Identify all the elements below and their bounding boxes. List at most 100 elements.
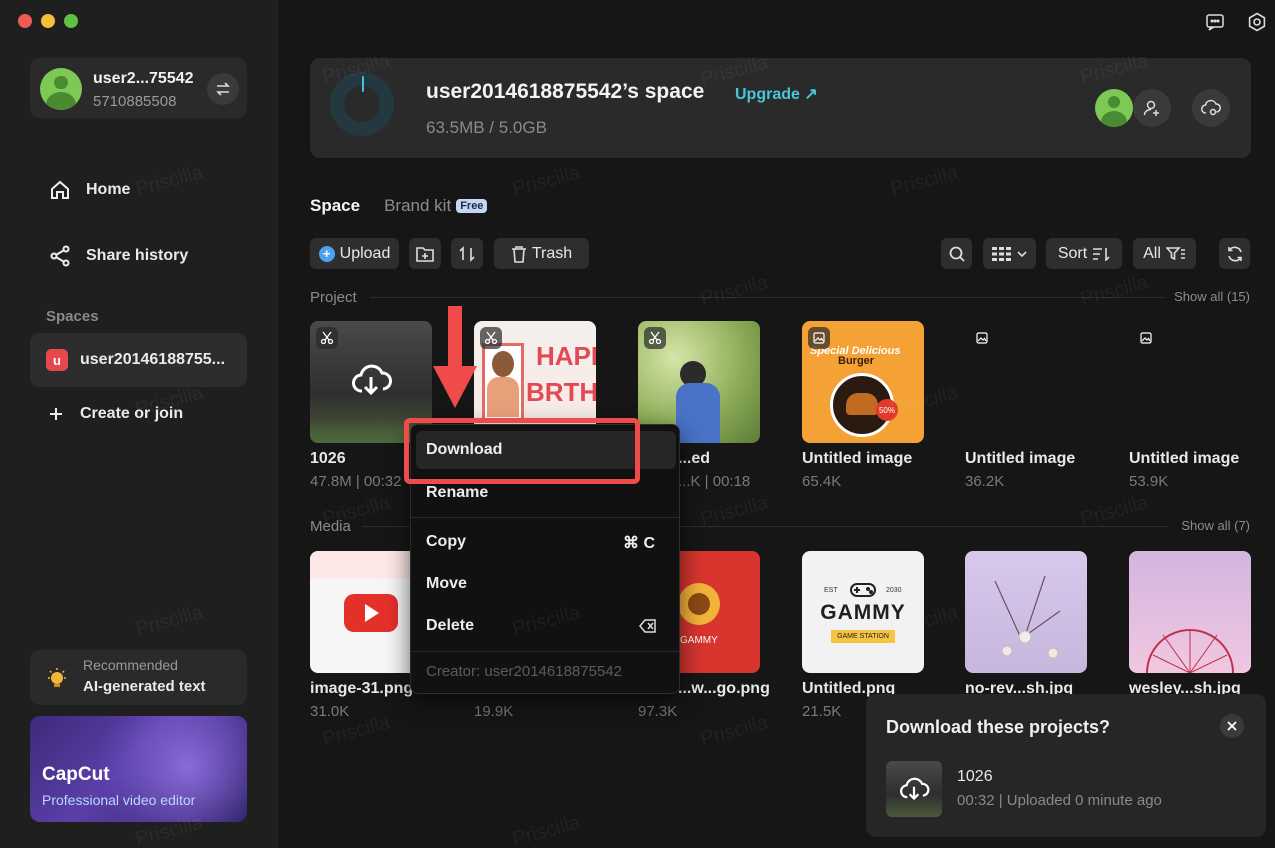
create-or-join-label: Create or join	[80, 405, 184, 422]
toast-title: Download these projects?	[886, 717, 1111, 737]
account-card[interactable]: user2...75542 5710885508	[30, 58, 247, 118]
project-meta: 65.4K	[802, 473, 842, 490]
happy-text: HAPP	[536, 341, 596, 371]
sort-arrows-icon	[459, 245, 475, 262]
menu-divider	[411, 517, 679, 518]
settings-icon[interactable]	[1247, 12, 1267, 32]
scissors-badge	[480, 327, 502, 349]
space-title: user2014618875542’s space	[426, 80, 705, 103]
menu-item-delete[interactable]: Delete	[426, 617, 474, 635]
window-controls	[18, 14, 78, 28]
cloud-download-icon	[900, 777, 930, 801]
trash-label: Trash	[531, 244, 573, 262]
sort-label: Sort	[1057, 244, 1088, 262]
spaces-section-title: Spaces	[46, 308, 99, 325]
media-meta: 19.9K	[474, 703, 514, 720]
close-icon	[1227, 721, 1237, 731]
project-show-all-link[interactable]: Show all (15)	[1174, 289, 1250, 304]
close-window-button[interactable]	[18, 14, 32, 28]
nav-share-history-label: Share history	[86, 247, 189, 264]
project-meta: 53.9K	[1129, 473, 1169, 490]
cloud-settings-button[interactable]	[1192, 89, 1230, 127]
tab-space[interactable]: Space	[310, 196, 360, 216]
toast-project-meta: 00:32 | Uploaded 0 minute ago	[957, 792, 1162, 809]
sort-order-button[interactable]	[451, 238, 483, 269]
space-banner: user2014618875542’s space Upgrade ↗ 63.5…	[310, 58, 1251, 158]
refresh-button[interactable]	[1219, 238, 1250, 269]
menu-item-rename[interactable]: Rename	[426, 484, 488, 502]
sort-button[interactable]: Sort	[1046, 238, 1122, 269]
scissors-badge	[316, 327, 338, 349]
discount-badge: 50%	[876, 399, 898, 421]
project-name: ...ed	[678, 450, 711, 467]
member-avatar	[1095, 89, 1133, 127]
view-mode-dropdown[interactable]	[983, 238, 1036, 269]
filter-button[interactable]: All	[1133, 238, 1196, 269]
delete-key-icon	[639, 619, 656, 633]
zoom-window-button[interactable]	[64, 14, 78, 28]
free-badge: Free	[456, 199, 488, 213]
sort-icon	[1093, 247, 1110, 261]
image-icon	[1140, 332, 1152, 344]
avatar	[40, 68, 82, 110]
upload-button[interactable]: + Upload	[310, 238, 399, 269]
year-text: 2030	[886, 587, 902, 594]
project-name: Untitled image	[965, 450, 1076, 467]
scissors-icon	[320, 331, 334, 345]
gamepad-icon	[850, 583, 876, 597]
watermark: Priscilla	[698, 711, 771, 751]
media-show-all-link[interactable]: Show all (7)	[1181, 518, 1250, 533]
switch-account-button[interactable]	[207, 73, 239, 105]
lightbulb-icon	[48, 668, 66, 687]
capcut-promo-card[interactable]: CapCut Professional video editor	[30, 716, 247, 822]
game-station-text: GAME STATION	[831, 630, 895, 643]
toast-thumbnail	[886, 761, 942, 817]
media-thumbnail	[965, 551, 1087, 673]
toast-close-button[interactable]	[1220, 714, 1244, 738]
nav-share-history[interactable]: Share history	[48, 244, 188, 268]
highlight-box	[404, 418, 640, 484]
brand-text: GAMMY	[680, 635, 718, 646]
media-section-title: Media	[310, 518, 351, 535]
new-folder-button[interactable]	[409, 238, 441, 269]
play-icon	[365, 604, 379, 622]
red-arrow-icon	[433, 306, 477, 408]
search-icon	[949, 246, 965, 262]
recommended-card[interactable]: Recommended AI-generated text	[30, 650, 247, 705]
lion-face	[688, 593, 710, 615]
media-thumbnail: EST 2030 GAMMY GAME STATION	[802, 551, 924, 673]
recommended-title: AI-generated text	[83, 678, 206, 695]
upload-label: Upload	[339, 244, 391, 262]
image-badge	[808, 327, 830, 349]
person-body	[676, 383, 720, 443]
menu-item-copy[interactable]: Copy	[426, 533, 466, 551]
search-button[interactable]	[941, 238, 972, 269]
tab-brand-kit[interactable]: Brand kit Free	[384, 196, 488, 216]
feedback-icon[interactable]	[1205, 12, 1225, 32]
home-icon	[51, 180, 69, 199]
add-member-button[interactable]	[1133, 89, 1171, 127]
watermark: Priscilla	[510, 161, 583, 201]
image-icon	[813, 332, 825, 344]
burger-text: Burger	[838, 355, 875, 367]
project-meta: 47.8M | 00:32	[310, 473, 402, 490]
tab-brand-kit-label: Brand kit	[384, 196, 452, 215]
minimize-window-button[interactable]	[41, 14, 55, 28]
birthday-text: BRTH	[526, 377, 596, 407]
toast-project-name: 1026	[957, 768, 993, 785]
scissors-icon	[484, 331, 498, 345]
project-meta: 36.2K	[965, 473, 1005, 490]
flowers-graphic	[994, 575, 1061, 659]
space-item-current[interactable]: u user20146188755...	[30, 333, 247, 387]
trash-button[interactable]: Trash	[494, 238, 589, 269]
trash-icon	[511, 245, 526, 263]
nav-home[interactable]: Home	[48, 178, 130, 202]
project-name: Untitled image	[802, 450, 913, 467]
share-icon	[50, 245, 70, 267]
app-window: user2...75542 5710885508 Home Share hist…	[0, 0, 1275, 848]
upgrade-link[interactable]: Upgrade ↗	[735, 84, 818, 104]
menu-item-move[interactable]: Move	[426, 575, 467, 593]
watermark: Priscilla	[698, 271, 771, 311]
create-or-join-button[interactable]: Create or join	[48, 405, 183, 423]
portrait-head	[492, 351, 514, 377]
